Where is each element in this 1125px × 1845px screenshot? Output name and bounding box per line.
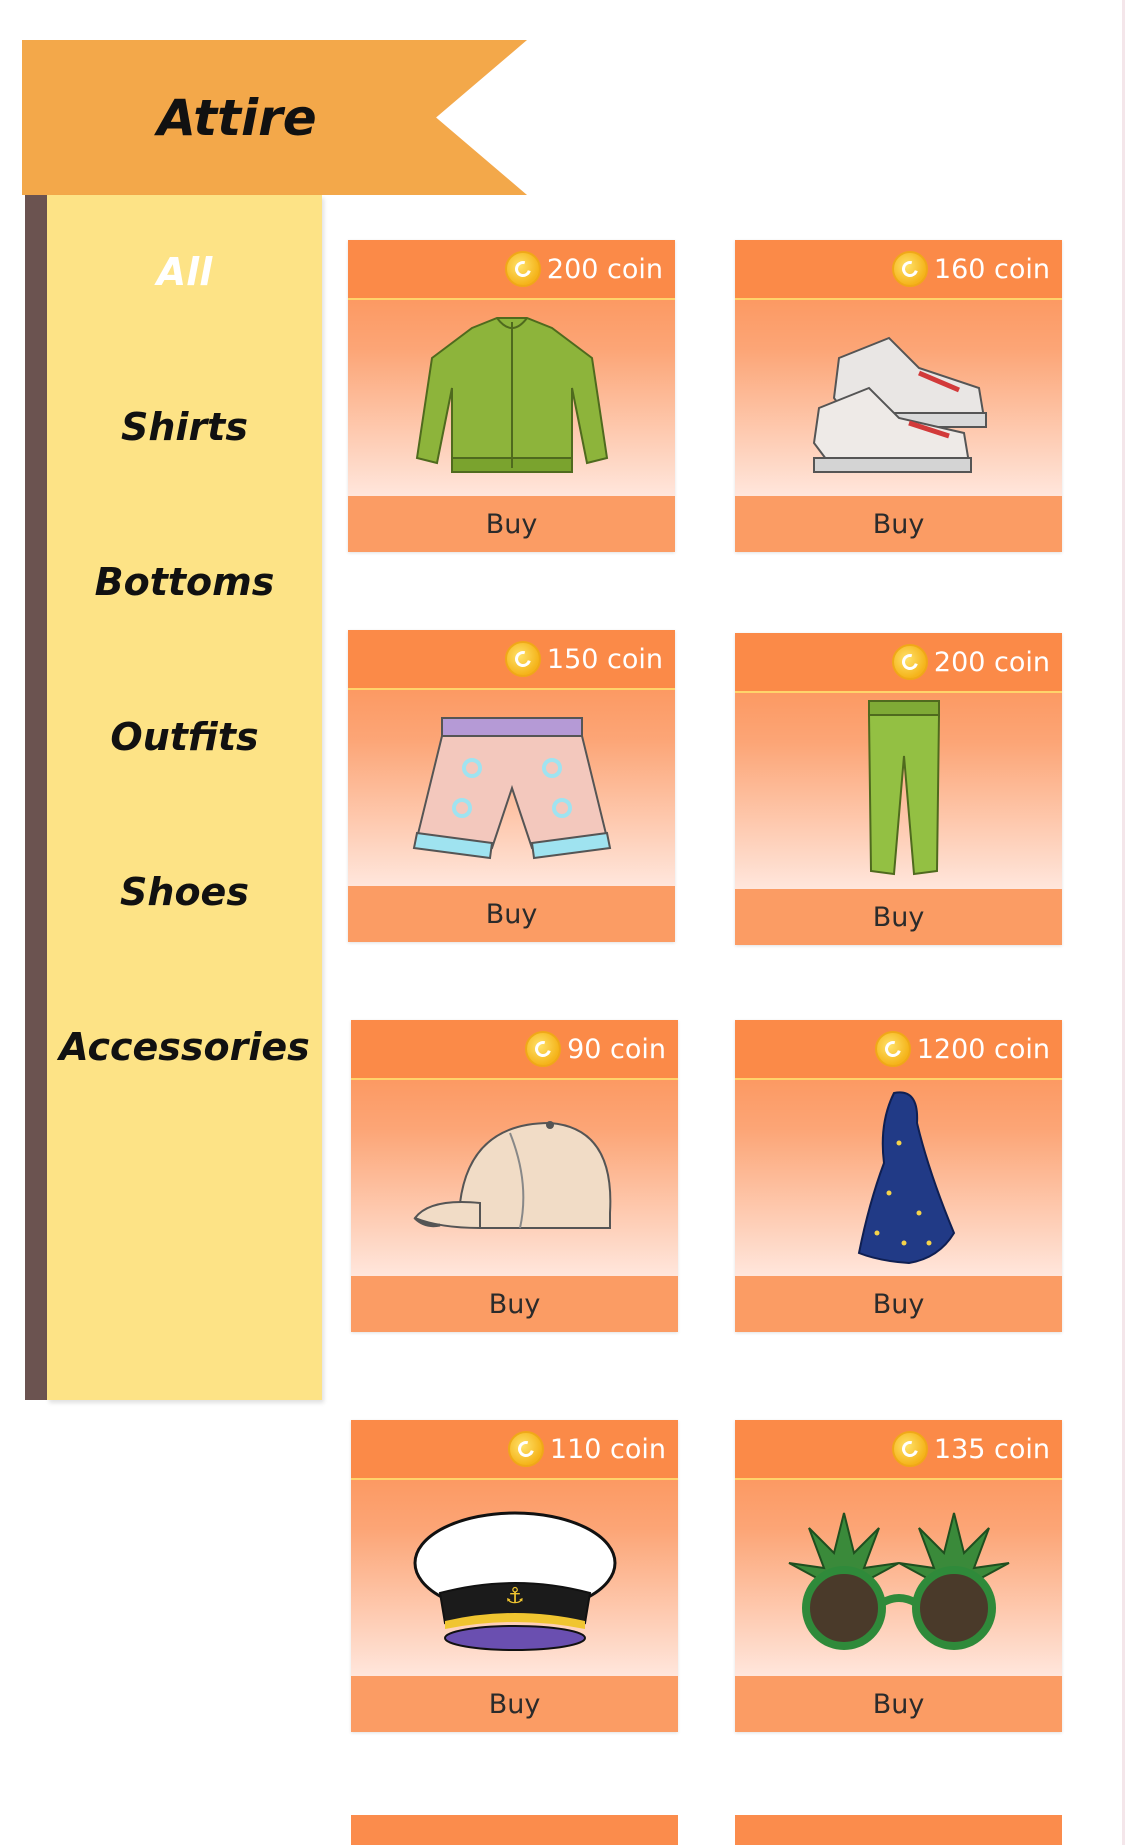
category-outfits[interactable]: Outfits: [47, 715, 322, 759]
price-tag: 200 coin: [891, 643, 1050, 681]
cloak-image: [735, 1080, 1062, 1276]
price-label: 90 coin: [567, 1033, 666, 1065]
coin-icon: [891, 1431, 928, 1467]
buy-button[interactable]: Buy: [351, 1676, 678, 1732]
price-tag: 150 coin: [504, 640, 663, 678]
price-tag: 1200 coin: [874, 1030, 1050, 1068]
buy-button[interactable]: Buy: [351, 1276, 678, 1332]
coin-icon: [504, 641, 541, 677]
category-sidebar: [47, 195, 322, 1400]
price-label: 1200 coin: [916, 1033, 1050, 1065]
price-tag: 200 coin: [504, 250, 663, 288]
buy-button[interactable]: Buy: [348, 496, 675, 552]
category-all[interactable]: All: [47, 250, 322, 294]
coin-icon: [504, 251, 541, 287]
shorts-image: [348, 690, 675, 886]
category-shirts[interactable]: Shirts: [47, 405, 322, 449]
coin-icon: [874, 1031, 911, 1067]
category-bottoms[interactable]: Bottoms: [47, 560, 322, 604]
coin-icon: [891, 644, 928, 680]
price-tag: 90 coin: [525, 1030, 666, 1068]
svg-text:⚓: ⚓: [505, 1584, 525, 1609]
sneakers-image: [735, 300, 1062, 496]
cap-image: [351, 1080, 678, 1276]
jacket-image: [348, 300, 675, 496]
price-label: 150 coin: [546, 643, 663, 675]
price-label: 160 coin: [933, 253, 1050, 285]
category-accessories[interactable]: Accessories: [47, 1025, 322, 1069]
coin-icon: [507, 1431, 544, 1467]
price-tag: 135 coin: [891, 1430, 1050, 1468]
sidebar-rail: [25, 195, 47, 1400]
price-label: 135 coin: [933, 1433, 1050, 1465]
item-card-shorts: 150 coin Buy: [348, 630, 675, 942]
item-card-jacket: 200 coin Buy: [348, 240, 675, 552]
item-card-partial: [351, 1815, 678, 1845]
category-shoes[interactable]: Shoes: [47, 870, 322, 914]
item-card-sunglasses: 135 coin Buy: [735, 1420, 1062, 1732]
item-card-pants: 200 coin Buy: [735, 633, 1062, 945]
item-card-cap: 90 coin Buy: [351, 1020, 678, 1332]
page-title: Attire: [157, 88, 317, 147]
price-tag: 160 coin: [891, 250, 1050, 288]
price-label: 110 coin: [549, 1433, 666, 1465]
buy-button[interactable]: Buy: [735, 496, 1062, 552]
pants-image: [735, 693, 1062, 889]
item-card-cloak: 1200 coin Buy: [735, 1020, 1062, 1332]
sunglasses-image: [735, 1480, 1062, 1676]
captain-hat-image: ⚓: [351, 1480, 678, 1676]
buy-button[interactable]: Buy: [735, 1276, 1062, 1332]
price-label: 200 coin: [933, 646, 1050, 678]
item-card-partial: [735, 1815, 1062, 1845]
coin-icon: [891, 251, 928, 287]
buy-button[interactable]: Buy: [348, 886, 675, 942]
item-card-captain-hat: 110 coin ⚓ Buy: [351, 1420, 678, 1732]
buy-button[interactable]: Buy: [735, 889, 1062, 945]
buy-button[interactable]: Buy: [735, 1676, 1062, 1732]
coin-icon: [525, 1031, 562, 1067]
price-tag: 110 coin: [507, 1430, 666, 1468]
price-label: 200 coin: [546, 253, 663, 285]
item-card-sneakers: 160 coin Buy: [735, 240, 1062, 552]
